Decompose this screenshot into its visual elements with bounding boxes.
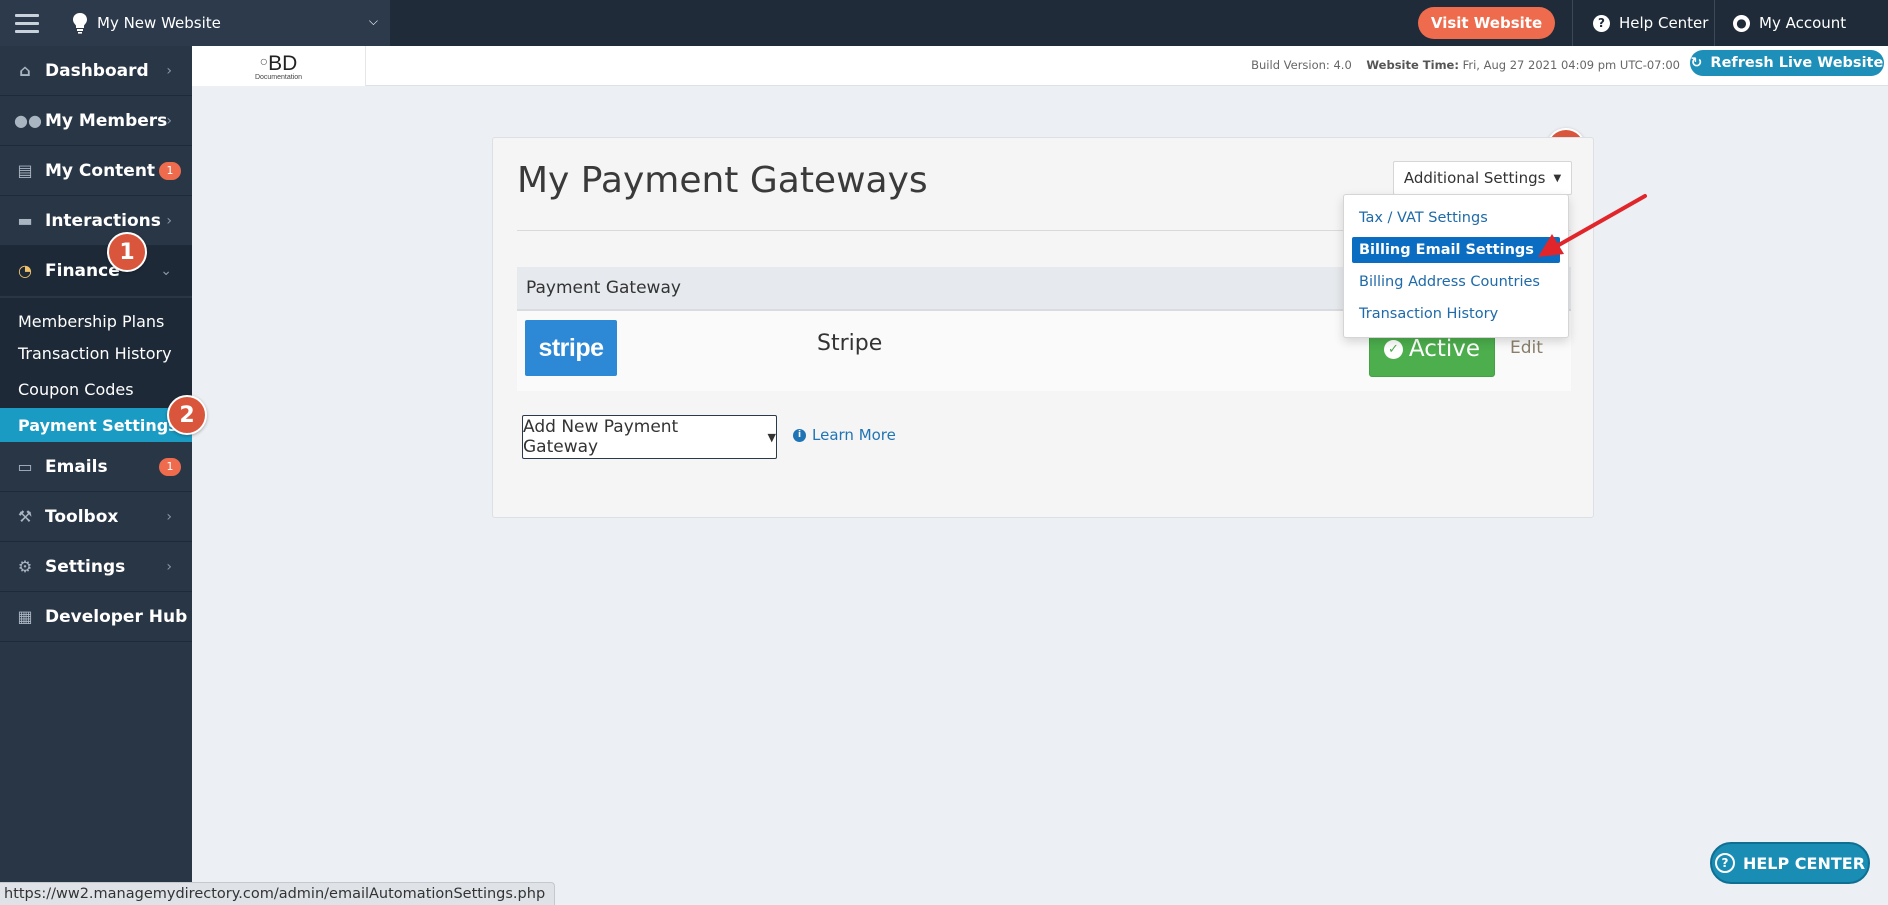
learn-more-link[interactable]: i Learn More: [793, 426, 896, 444]
visit-website-button[interactable]: Visit Website: [1418, 7, 1555, 39]
sidebar: ⌂ Dashboard › ●● My Members › ▤ My Conte…: [0, 46, 192, 905]
menu-item-tax-vat-settings[interactable]: Tax / VAT Settings: [1352, 205, 1560, 231]
inbox-icon: ▭: [17, 457, 33, 476]
chevron-right-icon: ›: [166, 112, 172, 129]
sidebar-item-label: Finance: [45, 260, 120, 281]
caret-down-icon: ▼: [1553, 172, 1562, 184]
comments-icon: ▬: [17, 211, 33, 230]
learn-more-label: Learn More: [812, 426, 896, 444]
home-icon: ⌂: [19, 61, 31, 80]
chevron-down-icon: ⌄: [160, 262, 172, 279]
logo-subtext: Documentation: [254, 73, 303, 81]
menu-item-billing-email-settings[interactable]: Billing Email Settings: [1352, 237, 1560, 263]
sidebar-item-label: Developer Hub: [45, 606, 188, 627]
menu-item-billing-address-countries[interactable]: Billing Address Countries: [1352, 269, 1560, 295]
refresh-icon: ↻: [1690, 55, 1703, 71]
question-circle-icon: ?: [1714, 853, 1735, 873]
sidebar-item-developer-hub[interactable]: ▦ Developer Hub: [0, 592, 192, 642]
info-icon: i: [793, 428, 806, 442]
grid-icon: ▦: [17, 607, 33, 626]
user-circle-icon: ●: [1733, 14, 1750, 32]
logo-text: ○BD: [259, 51, 298, 75]
chevron-down-icon: ⌵: [368, 14, 378, 28]
brand-logo[interactable]: ○BD Documentation: [192, 46, 366, 86]
additional-settings-button[interactable]: Additional Settings ▼: [1393, 161, 1572, 195]
sidebar-item-label: Toolbox: [45, 506, 119, 527]
sidebar-item-interactions[interactable]: ▬ Interactions ›: [0, 196, 192, 246]
notification-badge: 1: [159, 457, 181, 476]
hamburger-menu-icon[interactable]: [0, 0, 54, 46]
divider: [1714, 0, 1715, 46]
sidebar-item-label: Dashboard: [45, 60, 149, 81]
sidebar-item-label: My Members: [45, 110, 168, 131]
additional-settings-dropdown: Tax / VAT Settings Billing Email Setting…: [1343, 194, 1569, 338]
sidebar-item-my-members[interactable]: ●● My Members ›: [0, 96, 192, 146]
sidebar-item-emails[interactable]: ▭ Emails 1: [0, 442, 192, 492]
gear-icon: ⚙: [17, 557, 33, 576]
build-value: 4.0: [1333, 58, 1352, 72]
folder-icon: ▤: [17, 161, 33, 180]
step-badge-2: 2: [167, 395, 207, 435]
submenu-membership-plans[interactable]: Membership Plans: [0, 304, 192, 338]
chevron-right-icon: ›: [166, 508, 172, 525]
check-circle-icon: ✓: [1383, 339, 1403, 359]
submenu-payment-settings[interactable]: Payment Settings: [0, 408, 192, 442]
active-label: Active: [1408, 336, 1481, 362]
sidebar-item-label: Settings: [45, 556, 126, 577]
page-title: My Payment Gateways: [517, 160, 928, 201]
submenu-transaction-history[interactable]: Transaction History: [0, 336, 192, 370]
additional-settings-label: Additional Settings: [1403, 169, 1546, 187]
build-label: Build Version:: [1251, 58, 1330, 72]
gateway-name: Stripe: [817, 331, 883, 356]
users-icon: ●●: [14, 111, 42, 130]
stripe-logo: stripe: [525, 320, 617, 376]
refresh-live-website-button[interactable]: ↻ Refresh Live Website: [1690, 50, 1884, 76]
help-center-label: Help Center: [1619, 14, 1709, 32]
add-gateway-label: Add New Payment Gateway: [523, 417, 679, 457]
sidebar-item-my-content[interactable]: ▤ My Content 1: [0, 146, 192, 196]
chevron-right-icon: ›: [166, 558, 172, 575]
website-selector[interactable]: My New Website ⌵: [54, 0, 390, 46]
lightbulb-icon: [73, 13, 87, 34]
menu-item-transaction-history[interactable]: Transaction History: [1352, 301, 1560, 327]
wrench-icon: ⚒: [17, 507, 33, 526]
divider: [1572, 0, 1573, 46]
sidebar-item-label: Emails: [45, 456, 108, 477]
sidebar-item-label: Interactions: [45, 210, 161, 231]
sidebar-item-finance[interactable]: ◔ Finance ⌄: [0, 246, 192, 296]
sidebar-item-dashboard[interactable]: ⌂ Dashboard ›: [0, 46, 192, 96]
help-fab-label: HELP CENTER: [1742, 853, 1866, 873]
chevron-right-icon: ›: [166, 212, 172, 229]
sidebar-item-toolbox[interactable]: ⚒ Toolbox ›: [0, 492, 192, 542]
edit-link[interactable]: Edit: [1510, 338, 1543, 358]
submenu-coupon-codes[interactable]: Coupon Codes: [0, 372, 192, 406]
chevron-right-icon: ›: [166, 62, 172, 79]
question-circle-icon: ?: [1593, 14, 1610, 32]
add-payment-gateway-button[interactable]: Add New Payment Gateway ▼: [522, 415, 777, 459]
help-center-floating-button[interactable]: ? HELP CENTER: [1710, 842, 1870, 884]
status-url-bar: https://ww2.managemydirectory.com/admin/…: [0, 882, 556, 905]
website-name: My New Website: [97, 14, 221, 32]
step-badge-1: 1: [107, 232, 147, 272]
refresh-label: Refresh Live Website: [1710, 55, 1884, 71]
sidebar-item-settings[interactable]: ⚙ Settings ›: [0, 542, 192, 592]
my-account-link[interactable]: ● My Account: [1733, 0, 1846, 46]
website-time-label: Website Time:: [1366, 58, 1459, 72]
sidebar-item-label: My Content: [45, 160, 156, 181]
my-account-label: My Account: [1759, 14, 1847, 32]
top-bar: My New Website ⌵ Visit Website ? Help Ce…: [0, 0, 1888, 46]
website-time-value: Fri, Aug 27 2021 04:09 pm UTC-07:00: [1462, 58, 1680, 72]
build-info: Build Version: 4.0 Website Time: Fri, Au…: [1251, 58, 1680, 72]
notification-badge: 1: [159, 161, 181, 180]
help-center-link[interactable]: ? Help Center: [1593, 0, 1708, 46]
sub-header: ○BD Documentation Build Version: 4.0 Web…: [192, 46, 1888, 86]
caret-down-icon: ▼: [767, 430, 776, 444]
pie-chart-icon: ◔: [18, 261, 32, 280]
